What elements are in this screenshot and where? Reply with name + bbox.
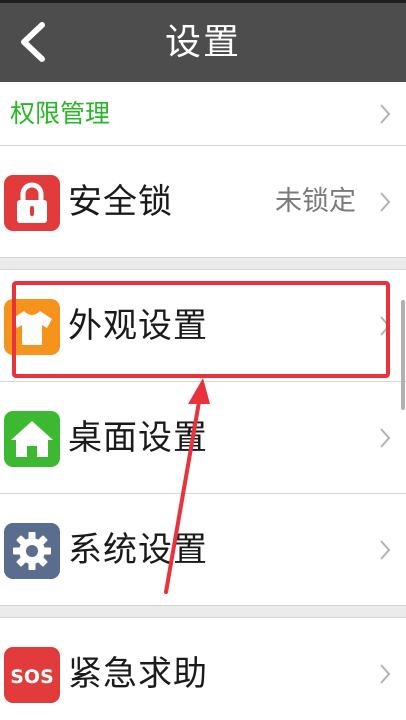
security-lock-status: 未锁定: [275, 186, 356, 217]
emergency-help-row[interactable]: SOS 紧急求助: [0, 618, 406, 720]
chevron-right-icon: [378, 426, 392, 450]
section-divider: [0, 258, 406, 270]
system-settings-row[interactable]: 系统设置: [0, 494, 406, 606]
sos-icon: SOS: [4, 647, 60, 703]
chevron-right-icon: [378, 662, 392, 686]
back-arrow-icon: [21, 22, 45, 62]
permission-management-label: 权限管理: [10, 99, 111, 128]
gear-icon: [4, 523, 60, 579]
chevron-right-icon: [378, 538, 392, 562]
title-bar: 设置: [0, 3, 406, 82]
section-divider: [0, 606, 406, 618]
desktop-settings-label: 桌面设置: [68, 418, 208, 458]
desktop-settings-row[interactable]: 桌面设置: [0, 382, 406, 494]
page-title: 设置: [164, 22, 241, 63]
back-button[interactable]: [10, 17, 60, 67]
scrollbar[interactable]: [401, 300, 405, 410]
chevron-right-icon: [378, 190, 392, 214]
home-icon: [4, 411, 60, 467]
permission-management-row[interactable]: 权限管理: [0, 82, 406, 146]
chevron-right-icon: [378, 102, 392, 126]
settings-list: 权限管理 安全锁 未锁定 外观设置 桌面设置 系统设置 SOS 紧急求助: [0, 82, 406, 720]
security-lock-row[interactable]: 安全锁 未锁定: [0, 146, 406, 258]
security-lock-label: 安全锁: [68, 182, 173, 222]
svg-text:SOS: SOS: [10, 666, 54, 688]
system-settings-label: 系统设置: [68, 530, 208, 570]
annotation-highlight-box: [12, 281, 390, 378]
lock-icon: [4, 175, 60, 231]
emergency-help-label: 紧急求助: [68, 654, 208, 694]
